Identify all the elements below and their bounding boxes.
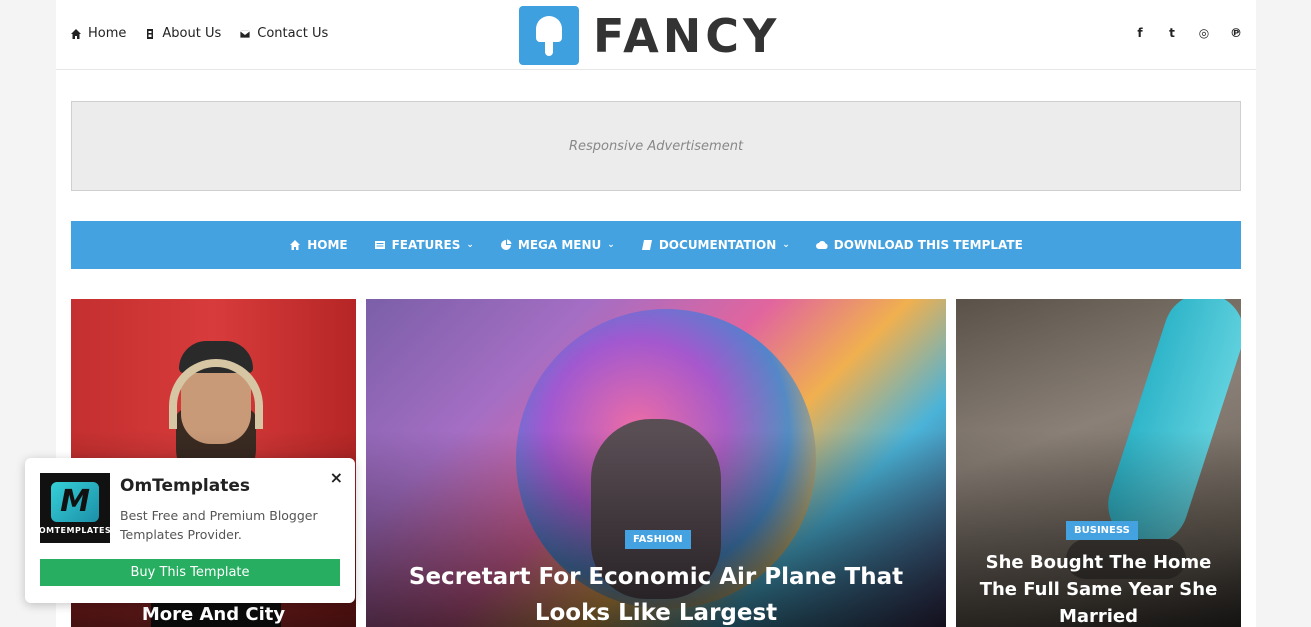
twitter-icon[interactable]: t — [1166, 26, 1178, 40]
top-links: Home About Us Contact Us — [70, 26, 328, 41]
featured-post-right[interactable]: BUSINESS She Bought The Home The Full Sa… — [956, 299, 1241, 627]
omtemplates-logo: M OMTEMPLATES — [38, 473, 112, 543]
advertisement-banner[interactable]: Responsive Advertisement — [71, 101, 1241, 191]
social-links: f t ◎ ℗ — [1134, 26, 1242, 40]
top-link-about[interactable]: About Us — [144, 26, 221, 41]
nav-item-label: MEGA MENU — [517, 238, 602, 252]
logo-caption: OMTEMPLATES — [38, 525, 112, 535]
logo-text: FANCY — [593, 8, 781, 63]
pie-chart-icon — [500, 239, 512, 250]
top-header: Home About Us Contact Us FANCY f t ◎ ℗ — [56, 0, 1256, 70]
nav-item-label: FEATURES — [391, 238, 461, 252]
nav-item-label: HOME — [307, 238, 348, 252]
chevron-down-icon: ⌄ — [607, 240, 615, 250]
logo-letter: M — [51, 481, 99, 522]
nav-item-label: DOCUMENTATION — [658, 238, 777, 252]
chevron-down-icon: ⌄ — [782, 240, 790, 250]
buy-template-button[interactable]: Buy This Template — [40, 559, 340, 586]
nav-item-download[interactable]: DOWNLOAD THIS TEMPLATE — [815, 238, 1023, 252]
top-link-home[interactable]: Home — [70, 26, 126, 41]
list-icon — [374, 241, 385, 249]
cloud-download-icon — [815, 241, 828, 249]
featured-post-center[interactable]: FASHION Secretart For Economic Air Plane… — [366, 299, 946, 627]
post-title[interactable]: More And City — [81, 604, 346, 625]
home-icon — [290, 240, 301, 250]
top-link-label: About Us — [162, 26, 222, 41]
top-link-label: Home — [88, 26, 127, 41]
nav-item-mega-menu[interactable]: MEGA MENU ⌄ — [500, 238, 615, 252]
popsicle-icon — [519, 6, 579, 65]
ad-text: Responsive Advertisement — [568, 138, 744, 154]
close-icon[interactable]: × — [330, 468, 343, 487]
post-title[interactable]: Secretart For Economic Air Plane That Lo… — [376, 559, 936, 627]
category-badge[interactable]: FASHION — [625, 530, 691, 549]
nav-item-label: DOWNLOAD THIS TEMPLATE — [833, 238, 1023, 252]
pinterest-icon[interactable]: ℗ — [1230, 26, 1242, 40]
instagram-icon[interactable]: ◎ — [1198, 26, 1210, 40]
id-card-icon — [147, 28, 154, 39]
chevron-down-icon: ⌄ — [466, 240, 474, 250]
site-logo[interactable]: FANCY — [519, 6, 780, 65]
post-title[interactable]: She Bought The Home The Full Same Year S… — [966, 549, 1231, 627]
nav-item-home[interactable]: HOME — [289, 238, 348, 252]
popup-title: OmTemplates — [120, 476, 250, 496]
home-icon — [71, 28, 81, 39]
top-link-contact[interactable]: Contact Us — [239, 26, 328, 41]
nav-item-features[interactable]: FEATURES ⌄ — [374, 238, 474, 252]
popup-description: Best Free and Premium Blogger Templates … — [120, 508, 318, 542]
main-nav: HOME FEATURES ⌄ MEGA MENU ⌄ DOCUMENTATIO… — [71, 221, 1241, 269]
book-icon — [641, 240, 652, 250]
category-badge[interactable]: BUSINESS — [1066, 521, 1138, 540]
promo-popup: M OMTEMPLATES OmTemplates Best Free and … — [25, 458, 355, 603]
nav-item-documentation[interactable]: DOCUMENTATION ⌄ — [641, 238, 790, 252]
facebook-icon[interactable]: f — [1134, 26, 1146, 40]
top-link-label: Contact Us — [257, 26, 329, 41]
envelope-icon — [239, 29, 251, 38]
